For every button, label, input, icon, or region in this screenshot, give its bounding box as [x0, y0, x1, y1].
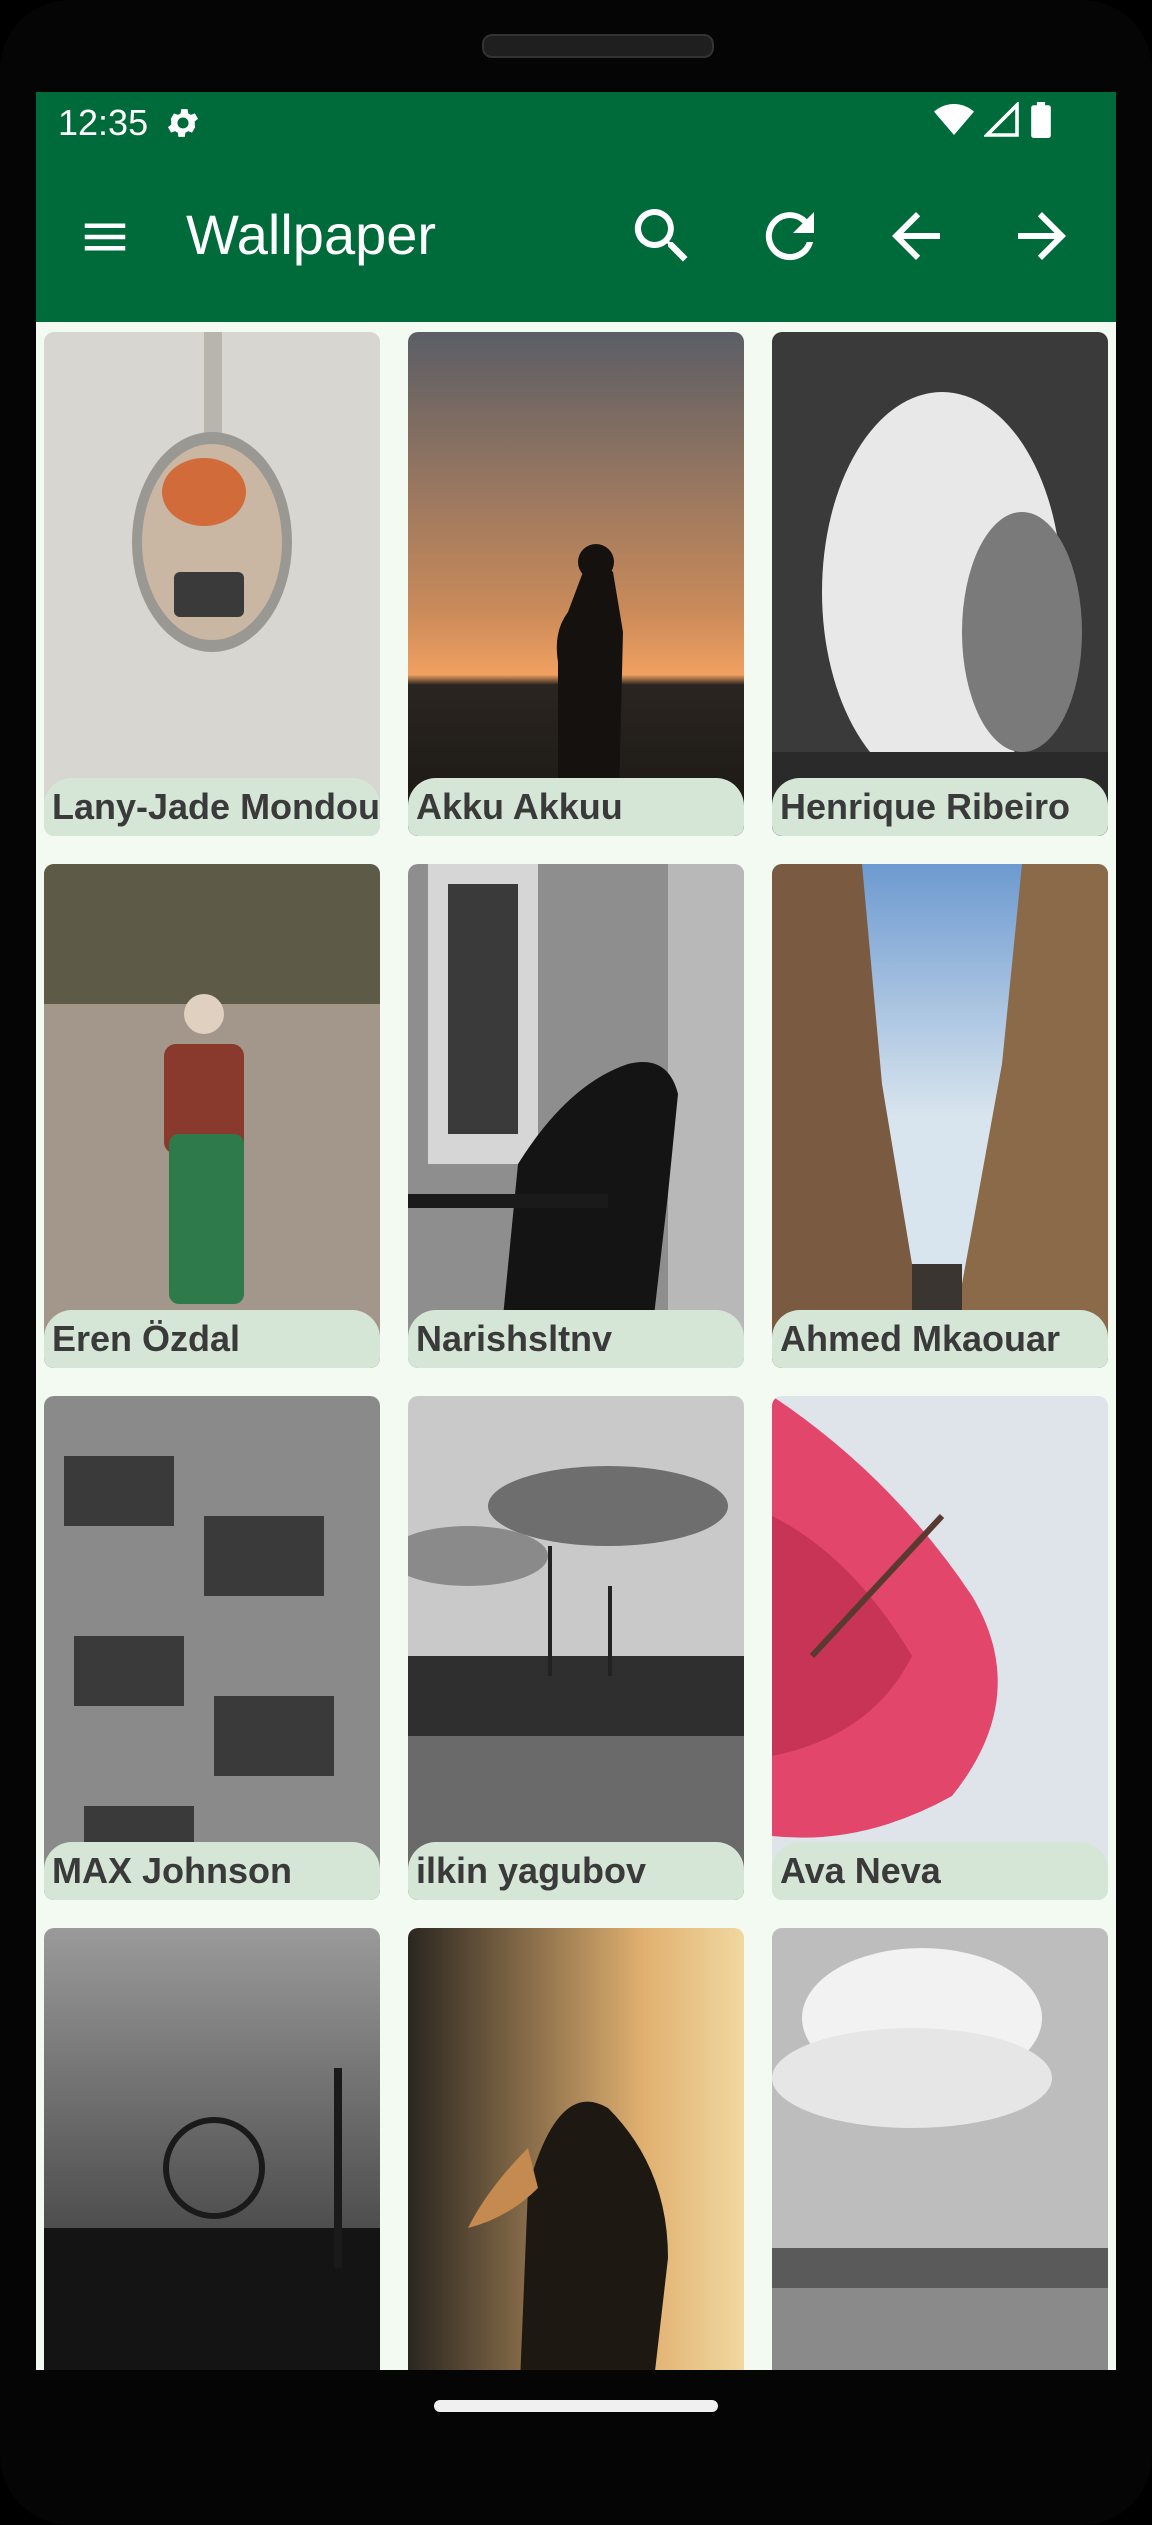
arrow-forward-icon[interactable] [1006, 200, 1078, 272]
wallpaper-card[interactable]: Narishsltnv [408, 864, 744, 1368]
wallpaper-image [44, 1396, 380, 1900]
wallpaper-image [408, 1928, 744, 2370]
photographer-label: MAX Johnson [44, 1842, 380, 1900]
wallpaper-card[interactable]: Eren Özdal [44, 864, 380, 1368]
wallpaper-image [44, 864, 380, 1368]
battery-icon [1030, 102, 1052, 143]
gesture-nav-handle[interactable] [434, 2400, 718, 2412]
app-bar: Wallpaper [36, 154, 1116, 322]
wallpaper-image [44, 332, 380, 836]
wallpaper-card[interactable]: MAX Johnson [44, 1396, 380, 1900]
settings-gear-icon [164, 104, 202, 142]
photographer-label: Ava Neva [772, 1842, 1108, 1900]
refresh-icon[interactable] [754, 200, 826, 272]
wallpaper-card[interactable] [772, 1928, 1108, 2370]
wallpaper-image [772, 332, 1108, 836]
status-bar: 12:35 [36, 92, 1116, 154]
photographer-label: Ahmed Mkaouar [772, 1310, 1108, 1368]
device-frame: 12:35 Wallpaper Lany-Jade Mondou Akku Ak… [0, 0, 1152, 2525]
wallpaper-card[interactable] [408, 1928, 744, 2370]
photographer-label: Lany-Jade Mondou [44, 778, 380, 836]
photographer-label: Akku Akkuu [408, 778, 744, 836]
wallpaper-card[interactable]: Henrique Ribeiro [772, 332, 1108, 836]
wallpaper-image [408, 864, 744, 1368]
screen: 12:35 Wallpaper Lany-Jade Mondou Akku Ak… [36, 92, 1116, 2370]
wifi-icon [934, 102, 974, 143]
photographer-label: Henrique Ribeiro [772, 778, 1108, 836]
search-icon[interactable] [626, 200, 698, 272]
photographer-label: ilkin yagubov [408, 1842, 744, 1900]
wallpaper-card[interactable] [44, 1928, 380, 2370]
arrow-back-icon[interactable] [880, 200, 952, 272]
speaker-grille [482, 34, 714, 58]
wallpaper-image [408, 332, 744, 836]
wallpaper-image [772, 1396, 1108, 1900]
wallpaper-card[interactable]: Lany-Jade Mondou [44, 332, 380, 836]
wallpaper-image [408, 1396, 744, 1900]
wallpaper-image [44, 1928, 380, 2370]
wallpaper-card[interactable]: Ahmed Mkaouar [772, 864, 1108, 1368]
photographer-label: Eren Özdal [44, 1310, 380, 1368]
status-time: 12:35 [58, 102, 149, 143]
app-title: Wallpaper [186, 203, 437, 266]
wallpaper-image [772, 1928, 1108, 2370]
status-icons [934, 100, 1052, 143]
wallpaper-card[interactable]: Ava Neva [772, 1396, 1108, 1900]
cellular-signal-icon [982, 100, 1020, 143]
wallpaper-card[interactable]: Akku Akkuu [408, 332, 744, 836]
photographer-label: Narishsltnv [408, 1310, 744, 1368]
wallpaper-card[interactable]: ilkin yagubov [408, 1396, 744, 1900]
wallpaper-image [772, 864, 1108, 1368]
menu-icon[interactable] [78, 210, 132, 264]
